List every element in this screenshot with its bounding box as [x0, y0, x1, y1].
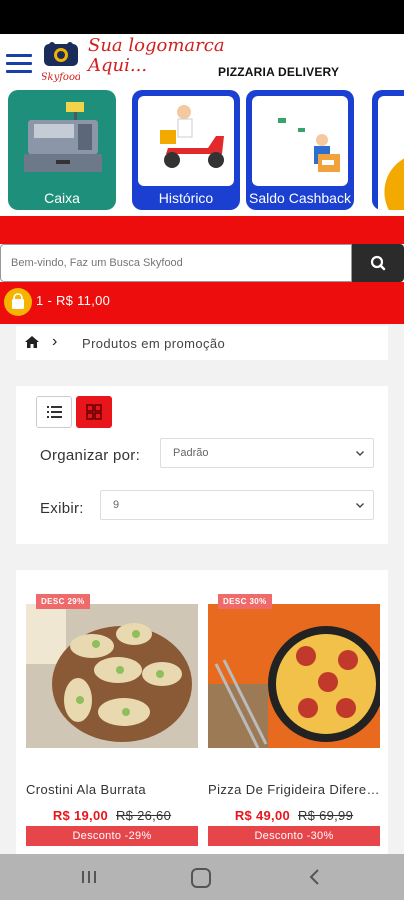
- product-card[interactable]: DESC 30% Pizza De Frigideira Diferente R…: [208, 584, 380, 846]
- product-card[interactable]: DESC 29% Crostini Ala Burrata R$ 19,00 R…: [26, 584, 198, 846]
- product-image[interactable]: [208, 604, 380, 748]
- grid-view-button[interactable]: [76, 396, 112, 428]
- logo-line-1: Sua logomarca: [88, 35, 225, 56]
- shortcut-label: Caixa: [44, 190, 80, 206]
- discount-tag: DESC 29%: [36, 594, 90, 609]
- svg-text:Skyfood: Skyfood: [42, 72, 80, 83]
- product-prices: R$ 49,00 R$ 69,99: [208, 808, 380, 823]
- cart-badge[interactable]: [4, 288, 32, 316]
- promo-band: [0, 216, 404, 244]
- recents-icon[interactable]: [80, 870, 98, 884]
- product-name[interactable]: Pizza De Frigideira Diferente: [208, 782, 380, 797]
- discount-tag: DESC 30%: [218, 594, 272, 609]
- product-name[interactable]: Crostini Ala Burrata: [26, 782, 198, 797]
- back-icon[interactable]: [308, 868, 322, 886]
- product-image[interactable]: [26, 604, 198, 748]
- shortcut-more[interactable]: S: [372, 90, 404, 210]
- search-bar: [0, 244, 404, 282]
- product-price: R$ 49,00: [234, 808, 291, 823]
- delivery-scooter-icon: [138, 96, 234, 186]
- store-name: PIZZARIA DELIVERY: [218, 65, 340, 79]
- search-button[interactable]: [352, 244, 404, 282]
- discount-badge: Desconto -29%: [26, 826, 198, 846]
- grid-icon: [86, 404, 102, 420]
- cart-total: 1 - R$ 11,00: [36, 293, 111, 308]
- shopping-bag-icon: [12, 293, 24, 309]
- breadcrumb: › Produtos em promoção: [16, 326, 388, 360]
- product-prices: R$ 19,00 R$ 26,60: [26, 808, 198, 823]
- cash-register-icon: [14, 96, 110, 186]
- product-price: R$ 19,00: [52, 808, 109, 823]
- sort-select[interactable]: Padrão: [160, 438, 374, 468]
- list-view-button[interactable]: [36, 396, 72, 428]
- logo-line-2: Aqui...: [88, 55, 148, 76]
- system-nav-bar: [0, 854, 404, 900]
- show-select-value: 9: [113, 499, 120, 511]
- sort-select-value: Padrão: [173, 447, 209, 459]
- shortcut-label: S: [372, 190, 404, 206]
- chevron-right-icon: ›: [52, 333, 58, 350]
- shortcut-label: Histórico: [158, 190, 214, 206]
- discount-badge: Desconto -30%: [208, 826, 380, 846]
- home-button-icon[interactable]: [191, 868, 211, 888]
- search-input[interactable]: [0, 244, 352, 282]
- list-icon: [47, 406, 62, 418]
- shortcut-caixa[interactable]: Caixa: [8, 90, 116, 210]
- product-old-price: R$ 69,99: [297, 808, 354, 823]
- cashback-icon: [252, 96, 348, 186]
- sort-label: Organizar por:: [40, 447, 141, 464]
- search-icon: [370, 255, 386, 271]
- logo-icon: Skyfood: [42, 42, 80, 83]
- home-icon[interactable]: [24, 335, 40, 349]
- show-label: Exibir:: [40, 500, 84, 517]
- shortcut-label: Saldo Cashback: [249, 190, 351, 206]
- chevron-down-icon: [356, 451, 364, 456]
- show-select[interactable]: 9: [100, 490, 374, 520]
- shortcut-historico[interactable]: Histórico: [132, 90, 240, 210]
- chevron-down-icon: [356, 503, 364, 508]
- cart-summary[interactable]: 1 - R$ 11,00: [0, 282, 404, 324]
- app-header: Skyfood Sua logomarca Aqui... PIZZARIA D…: [0, 34, 404, 86]
- logo-text: Sua logomarca Aqui...: [88, 36, 225, 76]
- hamburger-menu-icon[interactable]: [6, 54, 32, 74]
- shortcut-carousel[interactable]: Caixa Histórico Saldo Cashback S: [0, 86, 404, 216]
- status-bar: [0, 0, 404, 34]
- filter-panel: Organizar por: Padrão Exibir: 9: [16, 386, 388, 544]
- product-old-price: R$ 26,60: [115, 808, 172, 823]
- breadcrumb-current: Produtos em promoção: [82, 336, 226, 351]
- shortcut-saldo-cashback[interactable]: Saldo Cashback: [246, 90, 354, 210]
- product-grid: DESC 29% Crostini Ala Burrata R$ 19,00 R…: [16, 570, 388, 860]
